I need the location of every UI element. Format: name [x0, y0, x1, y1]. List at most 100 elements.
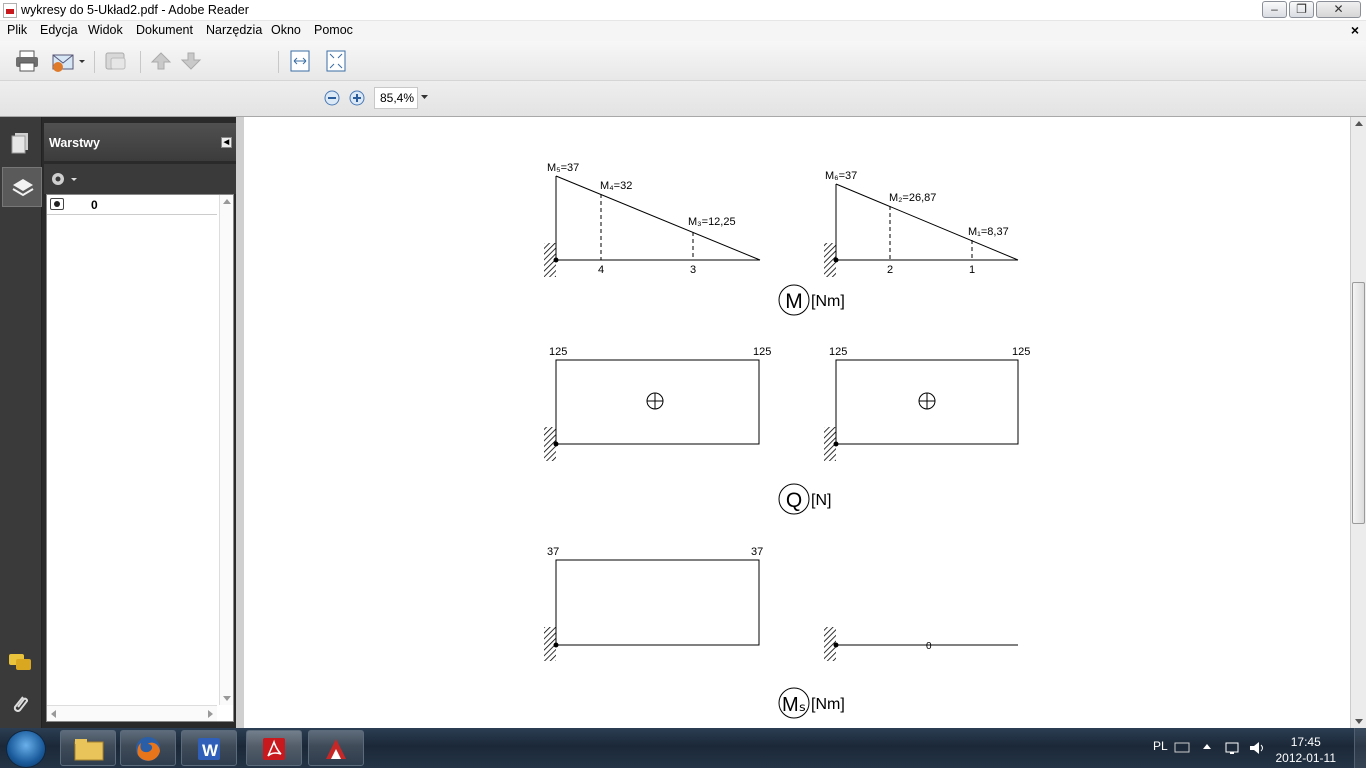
options-gear-icon[interactable] [49, 170, 79, 188]
visibility-eye-icon[interactable] [50, 198, 64, 210]
autocad-icon [326, 739, 346, 759]
m4-label: M₄=32 [600, 180, 632, 192]
tray-expand-icon[interactable] [1202, 742, 1212, 750]
scroll-thumb[interactable] [1352, 282, 1365, 524]
network-icon[interactable] [1224, 740, 1242, 756]
menu-narzedzia[interactable]: Narzędzia [206, 23, 262, 37]
m5-label: M₅=37 [547, 162, 579, 174]
panel-splitter[interactable] [236, 117, 244, 728]
menu-edycja[interactable]: Edycja [40, 23, 78, 37]
collapse-panel-icon[interactable]: ◀ [221, 137, 232, 148]
shear-symbol: Q [786, 489, 802, 512]
shear-diagram-right: 125 125 [824, 346, 1030, 461]
tick-3: 3 [690, 264, 696, 276]
fit-page-icon[interactable] [325, 49, 347, 73]
main-toolbar: 1 / 1 [0, 41, 1366, 112]
layers-panel: Warstwy ◀ 0 [42, 117, 238, 728]
zoom-input[interactable]: 85,4% [374, 87, 418, 109]
shear-left-end: 125 [753, 346, 771, 358]
torque-diagram-right: 0 [824, 627, 1018, 661]
scroll-up-icon[interactable] [1355, 121, 1363, 126]
layer-list: 0 [46, 194, 234, 722]
menu-dokument[interactable]: Dokument [136, 23, 193, 37]
email-icon[interactable] [50, 49, 86, 73]
pages-icon[interactable] [9, 131, 31, 155]
adobe-reader-icon [263, 738, 285, 760]
keyboard-icon[interactable] [1174, 740, 1190, 754]
moment-legend: M [Nm] [778, 284, 845, 316]
diagram-page: M₅=37 M₄=32 M₃=12,25 4 3 M₆=37 M₂=26,87 … [544, 162, 1030, 719]
tick-2: 2 [887, 264, 893, 276]
torque-legend: Mₛ [Nm] [778, 687, 845, 719]
shear-diagram-left: 125 125 [544, 346, 771, 461]
navigation-strip [0, 117, 42, 728]
adobe-reader-taskbar-button[interactable] [246, 730, 302, 766]
document-vscroll[interactable] [1350, 117, 1366, 728]
restore-button[interactable]: ❐ [1289, 1, 1314, 18]
menu-bar: Plik Edycja Widok Dokument Narzędzia Okn… [0, 21, 1366, 41]
tick-4: 4 [598, 264, 604, 276]
moment-diagram-right: M₆=37 M₂=26,87 M₁=8,37 2 1 [824, 170, 1019, 277]
menu-okno[interactable]: Okno [271, 23, 301, 37]
clock-time: 17:45 [1290, 735, 1321, 749]
pdf-file-icon [3, 3, 17, 18]
torque-unit: [Nm] [811, 696, 845, 713]
panel-options-bar [44, 164, 236, 194]
minimize-button[interactable]: – [1262, 1, 1287, 18]
volume-icon[interactable] [1248, 740, 1266, 756]
layers-panel-header: Warstwy ◀ [44, 123, 236, 161]
language-indicator[interactable]: PL [1153, 739, 1168, 753]
menu-pomoc[interactable]: Pomoc [314, 23, 353, 37]
svg-text:W: W [202, 741, 219, 760]
shear-unit: [N] [811, 492, 831, 509]
m1-label: M₁=8,37 [968, 226, 1009, 238]
torque-diagram-left: 37 37 [544, 546, 763, 661]
start-button[interactable] [6, 730, 46, 768]
explorer-taskbar-button[interactable] [60, 730, 116, 766]
shear-left-start: 125 [549, 346, 567, 358]
comments-icon[interactable] [7, 652, 33, 674]
tick-1: 1 [969, 264, 975, 276]
torque-symbol: Mₛ [782, 694, 806, 716]
torque-left-start: 37 [547, 546, 559, 558]
fit-width-icon[interactable] [289, 49, 311, 73]
system-clock[interactable]: 17:45 2012-01-11 [1276, 734, 1337, 766]
layer-list-vscroll[interactable] [219, 195, 233, 705]
layer-list-hscroll[interactable] [47, 705, 217, 721]
layer-row[interactable]: 0 [47, 195, 217, 215]
menu-widok[interactable]: Widok [88, 23, 123, 37]
zoom-dropdown-icon[interactable] [421, 95, 429, 101]
word-taskbar-button[interactable]: W [181, 730, 237, 766]
print-icon[interactable] [14, 49, 40, 73]
layers-icon [12, 179, 34, 197]
torque-left-end: 37 [751, 546, 763, 558]
moment-diagram-left: M₅=37 M₄=32 M₃=12,25 4 3 [544, 162, 761, 277]
toolbar-separator [94, 51, 95, 73]
zoom-out-icon[interactable] [323, 89, 341, 107]
scroll-down-icon[interactable] [1355, 719, 1363, 724]
toolbar-separator [278, 51, 279, 73]
close-document-icon[interactable]: × [1351, 22, 1359, 38]
firefox-icon [136, 737, 160, 761]
autocad-taskbar-button[interactable] [308, 730, 364, 766]
share-icon[interactable] [102, 49, 130, 73]
arrow-up-icon[interactable] [150, 51, 172, 71]
window-title: wykresy do 5-Układ2.pdf - Adobe Reader [21, 3, 249, 17]
m3-label: M₃=12,25 [688, 216, 736, 228]
menu-plik[interactable]: Plik [7, 23, 27, 37]
shear-right-start: 125 [829, 346, 847, 358]
layers-tab[interactable] [2, 167, 42, 207]
folder-icon [74, 739, 104, 761]
panel-title: Warstwy [49, 136, 100, 150]
arrow-down-icon[interactable] [180, 51, 202, 71]
document-view: M₅=37 M₄=32 M₃=12,25 4 3 M₆=37 M₂=26,87 … [244, 117, 1350, 728]
zoom-toolbar [0, 81, 1366, 117]
shear-legend: Q [N] [778, 483, 831, 515]
show-desktop-button[interactable] [1354, 728, 1366, 768]
zoom-in-icon[interactable] [348, 89, 366, 107]
close-button[interactable]: ✕ [1316, 1, 1361, 18]
torque-zero-label: 0 [926, 641, 932, 652]
moment-unit: [Nm] [811, 293, 845, 310]
attachment-icon[interactable] [9, 693, 31, 717]
firefox-taskbar-button[interactable] [120, 730, 176, 766]
